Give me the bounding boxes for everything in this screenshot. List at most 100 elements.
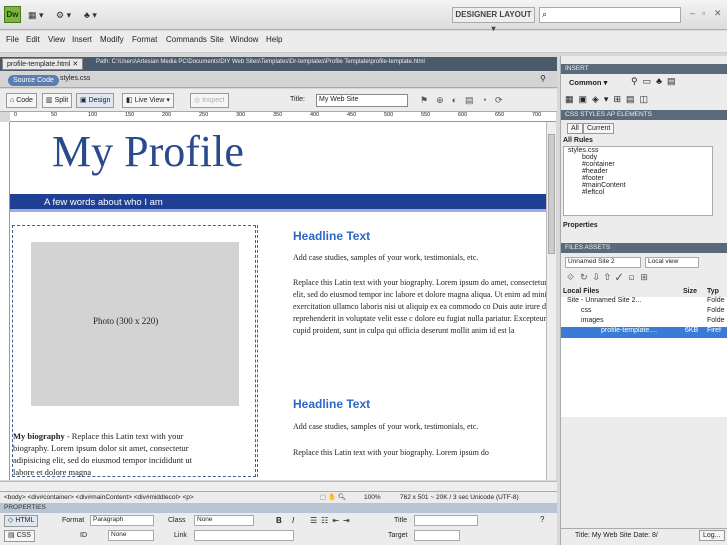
close-button[interactable]: ✕ bbox=[714, 8, 722, 19]
id-select[interactable]: None bbox=[108, 530, 154, 541]
paragraph-1[interactable]: Add case studies, samples of your work, … bbox=[293, 253, 478, 262]
all-button[interactable]: All bbox=[567, 123, 583, 134]
source-code-button[interactable]: Source Code bbox=[8, 75, 59, 86]
file-name: css bbox=[581, 307, 592, 314]
biography-label: My biography bbox=[13, 431, 65, 441]
related-file-styles[interactable]: styles.css bbox=[60, 75, 90, 82]
title-field-label: Title bbox=[394, 517, 407, 524]
rule-item[interactable]: #mainContent bbox=[564, 182, 712, 189]
menu-file[interactable]: File bbox=[6, 35, 19, 44]
rule-item[interactable]: #header bbox=[564, 168, 712, 175]
inspect-button[interactable]: ◎ Inspect bbox=[190, 93, 229, 108]
rule-item[interactable]: #container bbox=[564, 161, 712, 168]
properties-header[interactable]: PROPERTIES bbox=[0, 503, 557, 513]
tab-assets[interactable]: ASSETS bbox=[585, 244, 611, 251]
workspace-switcher[interactable]: DESIGNER LAYOUT ▾ bbox=[452, 7, 535, 33]
list-indent-icons[interactable]: ☰☷⇤⇥ bbox=[310, 516, 354, 525]
paragraph-2[interactable]: Replace this Latin text with your biogra… bbox=[293, 277, 546, 337]
css-props-toolbar[interactable] bbox=[561, 229, 727, 243]
file-info: Title: My Web Site Date: 8/ bbox=[575, 532, 658, 539]
headline-1[interactable]: Headline Text bbox=[293, 229, 370, 243]
live-view-button[interactable]: ◧ Live View ▾ bbox=[122, 93, 174, 108]
insert-category[interactable]: Common ▾ bbox=[569, 78, 607, 87]
format-select[interactable]: Paragraph bbox=[90, 515, 154, 526]
page-title-input[interactable]: My Web Site bbox=[316, 94, 408, 107]
maximize-button[interactable]: ▫ bbox=[702, 8, 705, 18]
canvas-horizontal-scrollbar[interactable] bbox=[0, 481, 557, 491]
html-props-button[interactable]: ◇ HTML bbox=[4, 515, 39, 527]
tag-selector: <body> <div#container> <div#mainContent>… bbox=[0, 491, 557, 503]
paragraph-4[interactable]: Replace this Latin text with your biogra… bbox=[293, 448, 489, 457]
size-header[interactable]: Size bbox=[683, 288, 697, 295]
page-heading[interactable]: My Profile bbox=[52, 126, 244, 177]
site-select[interactable]: Unnamed Site 2 bbox=[565, 257, 641, 268]
tab-ap-elements[interactable]: AP ELEMENTS bbox=[607, 111, 652, 118]
view-select[interactable]: Local view bbox=[645, 257, 699, 268]
insert-panel-header[interactable]: INSERT bbox=[561, 64, 727, 74]
live-label: Live View bbox=[134, 97, 165, 104]
filter-icon[interactable]: ⚲ bbox=[540, 74, 546, 83]
menu-insert[interactable]: Insert bbox=[72, 35, 92, 44]
menu-site[interactable]: Site bbox=[210, 35, 224, 44]
design-canvas[interactable]: My Profile A few words about who I am Ph… bbox=[10, 122, 546, 480]
inspect-label: Inspect bbox=[202, 97, 225, 104]
file-row[interactable]: Site - Unnamed Site 2... Folde bbox=[561, 297, 727, 307]
search-input[interactable]: ⌕ bbox=[539, 7, 681, 23]
tab-profile-template[interactable]: profile-template.html ✕ bbox=[2, 58, 84, 70]
menu-modify[interactable]: Modify bbox=[100, 35, 124, 44]
menu-help[interactable]: Help bbox=[266, 35, 282, 44]
log-button[interactable]: Log... bbox=[699, 530, 725, 541]
canvas-vertical-scrollbar[interactable] bbox=[546, 122, 556, 480]
target-select[interactable] bbox=[414, 530, 460, 541]
rule-item[interactable]: styles.css bbox=[564, 147, 712, 154]
extend-menu-icon[interactable]: ⚙ ▾ bbox=[56, 8, 71, 22]
tab-files[interactable]: FILES bbox=[565, 244, 583, 251]
current-button[interactable]: Current bbox=[583, 123, 615, 134]
middle-column[interactable]: Headline Text Add case studies, samples … bbox=[257, 225, 546, 477]
tab-css-styles[interactable]: CSS STYLES bbox=[565, 111, 605, 118]
tagline-text[interactable]: A few words about who I am bbox=[44, 197, 163, 208]
file-row[interactable]: images Folde bbox=[561, 317, 727, 327]
biography-text[interactable]: My biography - Replace this Latin text w… bbox=[13, 430, 213, 478]
rule-item[interactable]: #leftcol bbox=[564, 189, 712, 196]
design-view-button[interactable]: ▣ Design bbox=[76, 93, 115, 108]
menu-format[interactable]: Format bbox=[132, 35, 157, 44]
files-toolbar-icons[interactable]: ⟐↻⇩⇧✓⊡⊞ bbox=[567, 272, 654, 283]
headline-2[interactable]: Headline Text bbox=[293, 397, 370, 411]
css-props-button[interactable]: ▤ CSS bbox=[4, 530, 35, 542]
class-select[interactable]: None bbox=[194, 515, 254, 526]
split-view-button[interactable]: ▥ Split bbox=[42, 93, 73, 108]
help-icon[interactable]: ? bbox=[540, 515, 544, 524]
file-row[interactable]: css Folde bbox=[561, 307, 727, 317]
rules-tree[interactable]: styles.css body #container #header #foot… bbox=[563, 146, 713, 216]
toolbar-tool-icons[interactable]: ⚑⊕◐▤◔⟳ bbox=[420, 95, 511, 106]
category-label: Common bbox=[569, 78, 602, 87]
file-row-selected[interactable]: profile-template.... 6KB Firef bbox=[561, 327, 727, 338]
local-files-header[interactable]: Local Files bbox=[563, 288, 599, 295]
insert-icons-row-1[interactable]: ⚲▭♣▤ bbox=[631, 76, 681, 87]
minimize-button[interactable]: – bbox=[690, 8, 695, 18]
menu-edit[interactable]: Edit bbox=[26, 35, 40, 44]
ruler-tick-label: 450 bbox=[347, 112, 357, 118]
paragraph-3[interactable]: Add case studies, samples of your work, … bbox=[293, 422, 478, 431]
menu-window[interactable]: Window bbox=[230, 35, 258, 44]
menu-view[interactable]: View bbox=[48, 35, 65, 44]
site-menu-icon[interactable]: ♣ ▾ bbox=[84, 8, 97, 22]
ruler-tick-label: 250 bbox=[199, 112, 209, 118]
scroll-thumb[interactable] bbox=[548, 134, 555, 254]
photo-placeholder[interactable]: Photo (300 x 220) bbox=[31, 242, 239, 406]
rule-item[interactable]: #footer bbox=[564, 175, 712, 182]
insert-icons-row-2[interactable]: ▦▣◈▾⊞▤◫ bbox=[565, 94, 653, 105]
code-view-button[interactable]: ⌂ Code bbox=[6, 93, 37, 108]
layout-menu-icon[interactable]: ▦ ▾ bbox=[28, 8, 44, 22]
link-input[interactable] bbox=[194, 530, 294, 541]
italic-button[interactable]: I bbox=[292, 516, 294, 525]
link-label: Link bbox=[174, 532, 187, 539]
menu-commands[interactable]: Commands bbox=[166, 35, 207, 44]
type-header[interactable]: Typ bbox=[707, 288, 719, 295]
rule-item[interactable]: body bbox=[564, 154, 712, 161]
title-field-input[interactable] bbox=[414, 515, 478, 526]
properties-label: Properties bbox=[563, 222, 598, 229]
left-column[interactable]: Photo (300 x 220) My biography - Replace… bbox=[12, 225, 256, 477]
bold-button[interactable]: B bbox=[276, 516, 282, 525]
